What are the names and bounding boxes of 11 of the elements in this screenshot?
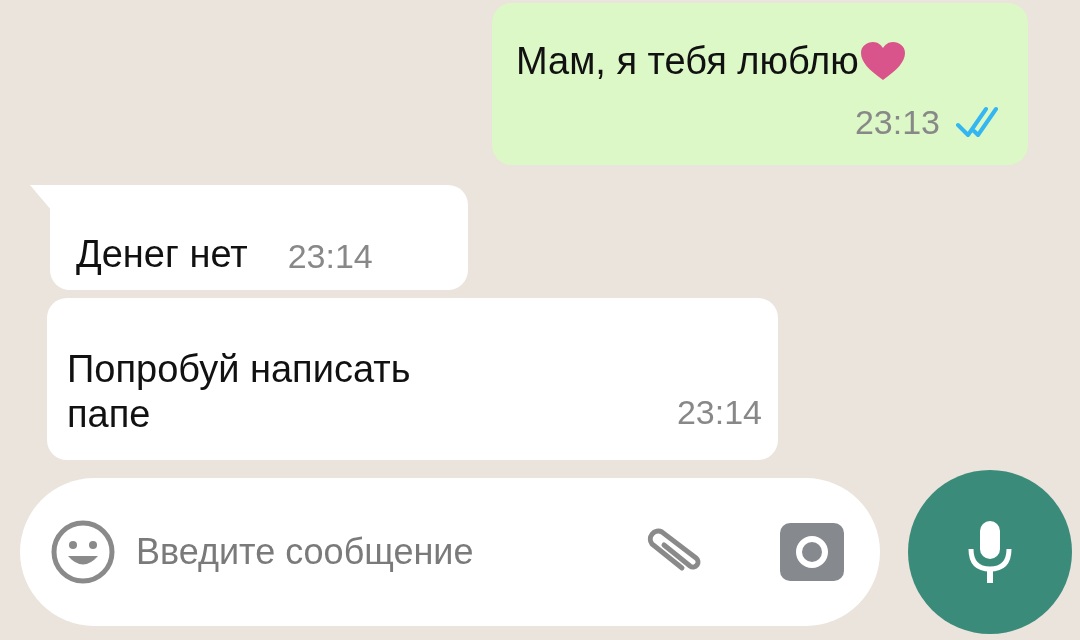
microphone-icon xyxy=(967,519,1013,585)
message-time: 23:14 xyxy=(676,392,762,433)
heart-icon xyxy=(858,41,907,82)
message-text: Мам, я тебя люблю xyxy=(516,39,859,84)
message-text: Попробуй написать папе xyxy=(67,346,412,438)
message-field[interactable]: Введите сообщение xyxy=(136,525,606,579)
message-text: Денег нет xyxy=(76,232,248,278)
message-time: 23:14 xyxy=(287,236,373,277)
message-time: 23:13 xyxy=(854,101,940,143)
emoji-icon[interactable] xyxy=(50,519,116,585)
camera-icon[interactable] xyxy=(780,523,844,581)
